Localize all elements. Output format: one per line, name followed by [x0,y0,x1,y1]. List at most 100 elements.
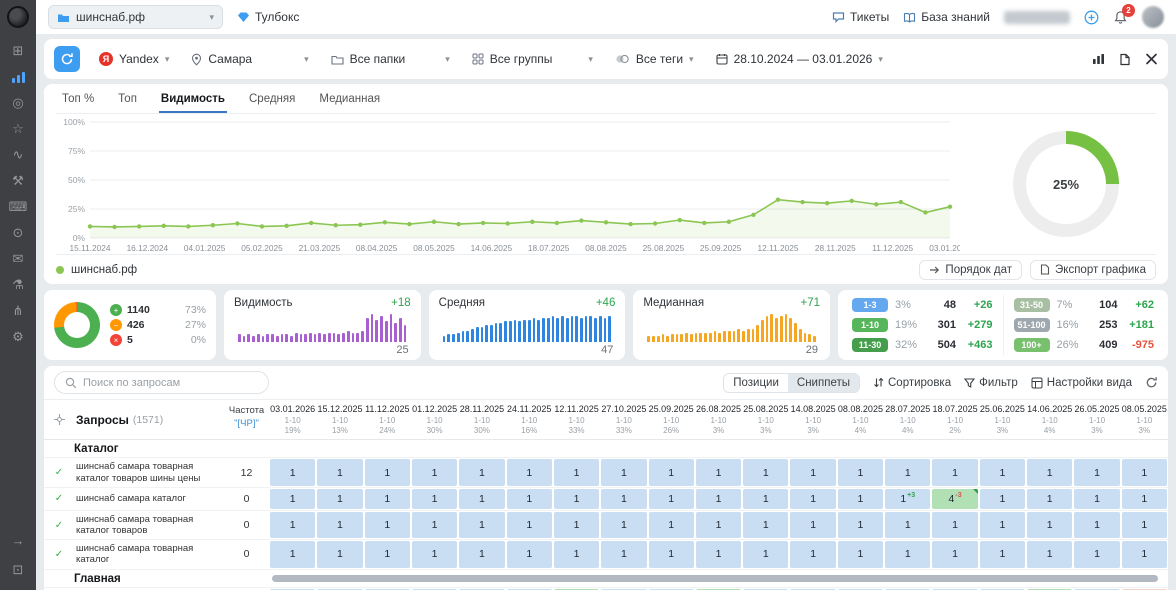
sidebar-item-dashboard[interactable]: ⊞ [4,38,32,63]
date-column-header[interactable]: 14.08.2025 1-10 3% [789,400,836,439]
date-column-header[interactable]: 12.11.2025 1-10 33% [553,400,600,439]
position-cell[interactable]: 1 [601,541,647,568]
folders-selector[interactable]: Все папки ▾ [322,46,459,72]
query-text[interactable]: шинснаб самара каталог [74,488,224,510]
tab-median[interactable]: Медианная [317,86,382,113]
position-cell[interactable]: 1 [837,511,884,539]
position-cell[interactable]: 1 [837,459,884,486]
sidebar-item-audit[interactable]: ◎ [4,90,32,115]
position-cell[interactable]: 1 [459,541,505,568]
knowledge-base-link[interactable]: База знаний [903,10,990,24]
position-cell[interactable]: 1 [553,511,600,539]
position-cell[interactable]: 1 [553,488,600,509]
user-avatar[interactable] [1142,6,1164,28]
position-range-row[interactable]: 11-30 32% 504 +463 [852,338,993,352]
legend-label[interactable]: шинснаб.рф [71,264,137,276]
position-cell[interactable]: 1 [1121,511,1167,539]
date-column-header[interactable]: 15.12.2025 1-10 13% [316,400,363,439]
position-cell[interactable]: 1 [648,541,694,568]
query-text[interactable]: шинснаб самара товарная каталог товаров [74,511,224,539]
project-selector[interactable]: шинснаб.рф ▾ [48,5,223,29]
position-range-row[interactable]: 100+ 26% 409 -975 [1013,338,1154,352]
date-column-header[interactable]: 01.12.2025 1-10 30% [411,400,458,439]
position-cell[interactable]: 1 [553,541,600,568]
position-cell[interactable]: 1 [885,459,931,486]
tickets-link[interactable]: Тикеты [832,10,889,24]
sidebar-item-experiments[interactable]: ⚗ [4,272,32,297]
sidebar-item-tools[interactable]: ⚒ [4,168,32,193]
date-column-header[interactable]: 26.08.2025 1-10 3% [695,400,742,439]
position-cell[interactable]: 1 [1027,488,1073,509]
date-order-button[interactable]: Порядок дат [919,259,1023,280]
position-cell[interactable]: 1 [364,511,410,539]
position-range-row[interactable]: 51-100 16% 253 +181 [1013,318,1154,332]
check-icon[interactable]: ✓ [44,540,74,568]
position-cell[interactable]: 1 [885,541,931,568]
position-cell[interactable]: 1 [837,541,884,568]
position-cell[interactable]: 1 [459,511,505,539]
tab-top-percent[interactable]: Топ % [60,86,96,113]
position-cell[interactable]: 1 [270,511,316,539]
date-column-header[interactable]: 25.08.2025 1-10 3% [742,400,789,439]
date-column-header[interactable]: 25.06.2025 1-10 3% [979,400,1026,439]
positions-toggle[interactable]: Позиции [724,373,788,392]
date-column-header[interactable]: 27.10.2025 1-10 33% [600,400,647,439]
filter-button[interactable]: Фильтр [964,377,1018,389]
position-cell[interactable]: 1 [695,459,742,486]
date-column-header[interactable]: 28.07.2025 1-10 4% [884,400,931,439]
position-cell[interactable]: 1 [506,488,552,509]
position-cell[interactable]: 1 [601,488,647,509]
position-cell[interactable]: 1 [885,511,931,539]
position-cell[interactable]: 1 [1074,541,1120,568]
position-cell[interactable]: 1 [1027,541,1073,568]
position-cell[interactable]: 1 [979,459,1026,486]
date-column-header[interactable]: 14.06.2025 1-10 4% [1026,400,1073,439]
export-page-icon[interactable] [1119,53,1131,66]
position-cell[interactable]: 1 [270,488,316,509]
position-cell[interactable]: 1 [601,511,647,539]
position-cell[interactable]: 1 [648,488,694,509]
position-cell[interactable]: 1 [1121,541,1167,568]
position-cell[interactable]: 1 [979,541,1026,568]
position-cell[interactable]: 1 [695,488,742,509]
sidebar-item-collapse[interactable]: → [4,528,32,553]
position-cell[interactable]: 1 [743,488,789,509]
sidebar-item-settings[interactable]: ⚙ [4,324,32,349]
search-box[interactable] [54,371,269,394]
tab-visibility[interactable]: Видимость [158,86,227,113]
date-column-header[interactable]: 25.09.2025 1-10 26% [648,400,695,439]
tools-icon[interactable] [1145,53,1158,65]
view-settings-button[interactable]: Настройки вида [1031,377,1132,389]
export-chart-button[interactable]: Экспорт графика [1030,259,1156,280]
date-column-header[interactable]: 18.07.2025 1-10 2% [931,400,978,439]
position-cell[interactable]: 1 [411,541,458,568]
refresh-button[interactable] [54,46,80,72]
date-column-header[interactable]: 08.05.2025 1-10 3% [1121,400,1168,439]
tab-top[interactable]: Топ [116,86,139,113]
position-cell[interactable]: 4 -3 [932,488,979,509]
position-cell[interactable]: 1 [553,459,600,486]
notifications-bell[interactable]: 2 [1113,3,1135,25]
tags-selector[interactable]: Все теги ▾ [606,46,703,72]
position-range-row[interactable]: 1-10 19% 301 +279 [852,318,993,332]
sidebar-item-trends[interactable]: ∿ [4,142,32,167]
region-selector[interactable]: Самара ▾ [182,46,317,72]
check-icon[interactable]: ✓ [44,458,74,486]
date-column-header[interactable]: 28.11.2025 1-10 30% [458,400,505,439]
date-column-header[interactable]: 08.08.2025 1-10 4% [837,400,884,439]
check-icon[interactable]: ✓ [44,511,74,539]
position-cell[interactable]: 1 +3 [885,488,931,509]
toolbox-link[interactable]: Тулбокс [237,10,299,24]
position-cell[interactable]: 1 [743,541,789,568]
position-cell[interactable]: 1 [743,511,789,539]
date-column-header[interactable]: 24.11.2025 1-10 16% [506,400,553,439]
overview-legend-item[interactable]: +1140 73% [110,304,206,316]
position-cell[interactable]: 1 [317,511,363,539]
position-cell[interactable]: 1 [270,459,316,486]
sort-button[interactable]: Сортировка [873,377,951,389]
tab-average[interactable]: Средняя [247,86,297,113]
position-cell[interactable]: 1 [1074,459,1120,486]
position-cell[interactable]: 1 [1121,488,1167,509]
position-cell[interactable]: 1 [979,488,1026,509]
group-header[interactable]: Каталог [44,440,1168,459]
